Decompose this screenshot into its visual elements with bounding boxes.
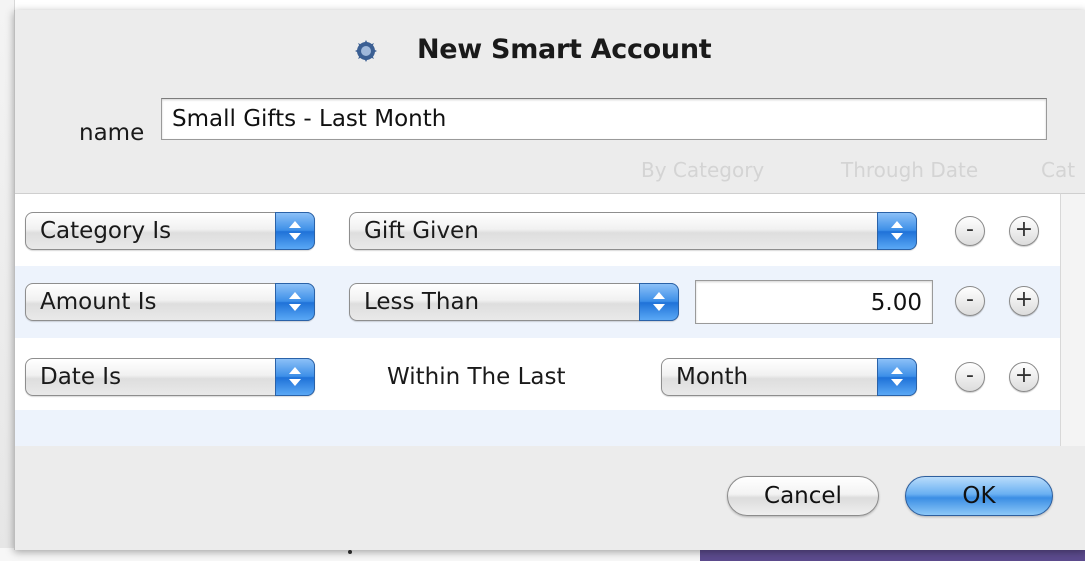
popup-arrows-icon: [877, 358, 917, 396]
dialog-title: New Smart Account: [417, 34, 712, 65]
add-rule-button[interactable]: +: [1009, 286, 1039, 316]
rule-field-popup[interactable]: Amount Is: [25, 283, 315, 321]
app-icon: [353, 38, 379, 64]
popup-arrows-icon: [639, 283, 679, 321]
ok-button[interactable]: OK: [905, 476, 1053, 516]
amount-field[interactable]: 5.00: [695, 280, 933, 324]
popup-arrows-icon: [275, 358, 315, 396]
background-header-through-date: Through Date: [841, 158, 979, 182]
rule-row-empty: [15, 410, 1060, 446]
cancel-button[interactable]: Cancel: [727, 476, 879, 516]
background-window-edge: [0, 0, 15, 561]
title-row: New Smart Account: [15, 10, 1085, 90]
rule-field-label: Date Is: [40, 364, 122, 390]
rule-operator-popup[interactable]: Less Than: [349, 283, 679, 321]
rule-field-popup[interactable]: Category Is: [25, 212, 315, 250]
add-rule-button[interactable]: +: [1009, 362, 1039, 392]
rule-field-label: Amount Is: [40, 289, 157, 315]
rule-static-text: Within The Last: [387, 364, 566, 390]
rules-scrollbar[interactable]: [1060, 193, 1085, 446]
name-label: name: [79, 120, 145, 146]
rule-operator-label: Gift Given: [364, 218, 479, 244]
popup-arrows-icon: [275, 212, 315, 250]
background-header-by-category: By Category: [641, 158, 765, 182]
rules-list: Category Is Gift Given - + Amount Is Les…: [15, 193, 1060, 446]
rule-row: Amount Is Less Than 5.00 - +: [15, 266, 1060, 338]
rule-field-label: Category Is: [40, 218, 172, 244]
rule-row: Category Is Gift Given - +: [15, 194, 1060, 266]
popup-arrows-icon: [275, 283, 315, 321]
remove-rule-button[interactable]: -: [955, 286, 985, 316]
rule-unit-label: Month: [676, 364, 749, 390]
rule-unit-popup[interactable]: Month: [661, 358, 917, 396]
popup-arrows-icon: [877, 212, 917, 250]
remove-rule-button[interactable]: -: [955, 216, 985, 246]
rule-field-popup[interactable]: Date Is: [25, 358, 315, 396]
rule-operator-label: Less Than: [364, 289, 480, 315]
rule-row: Date Is Within The Last Month - +: [15, 338, 1060, 410]
background-header-cat: Cat: [1041, 158, 1076, 182]
remove-rule-button[interactable]: -: [955, 362, 985, 392]
rule-operator-popup[interactable]: Gift Given: [349, 212, 917, 250]
name-field[interactable]: Small Gifts - Last Month: [161, 98, 1047, 140]
add-rule-button[interactable]: +: [1009, 216, 1039, 246]
background-handle: [348, 550, 352, 554]
new-smart-account-sheet: New Smart Account name Small Gifts - Las…: [14, 10, 1085, 550]
